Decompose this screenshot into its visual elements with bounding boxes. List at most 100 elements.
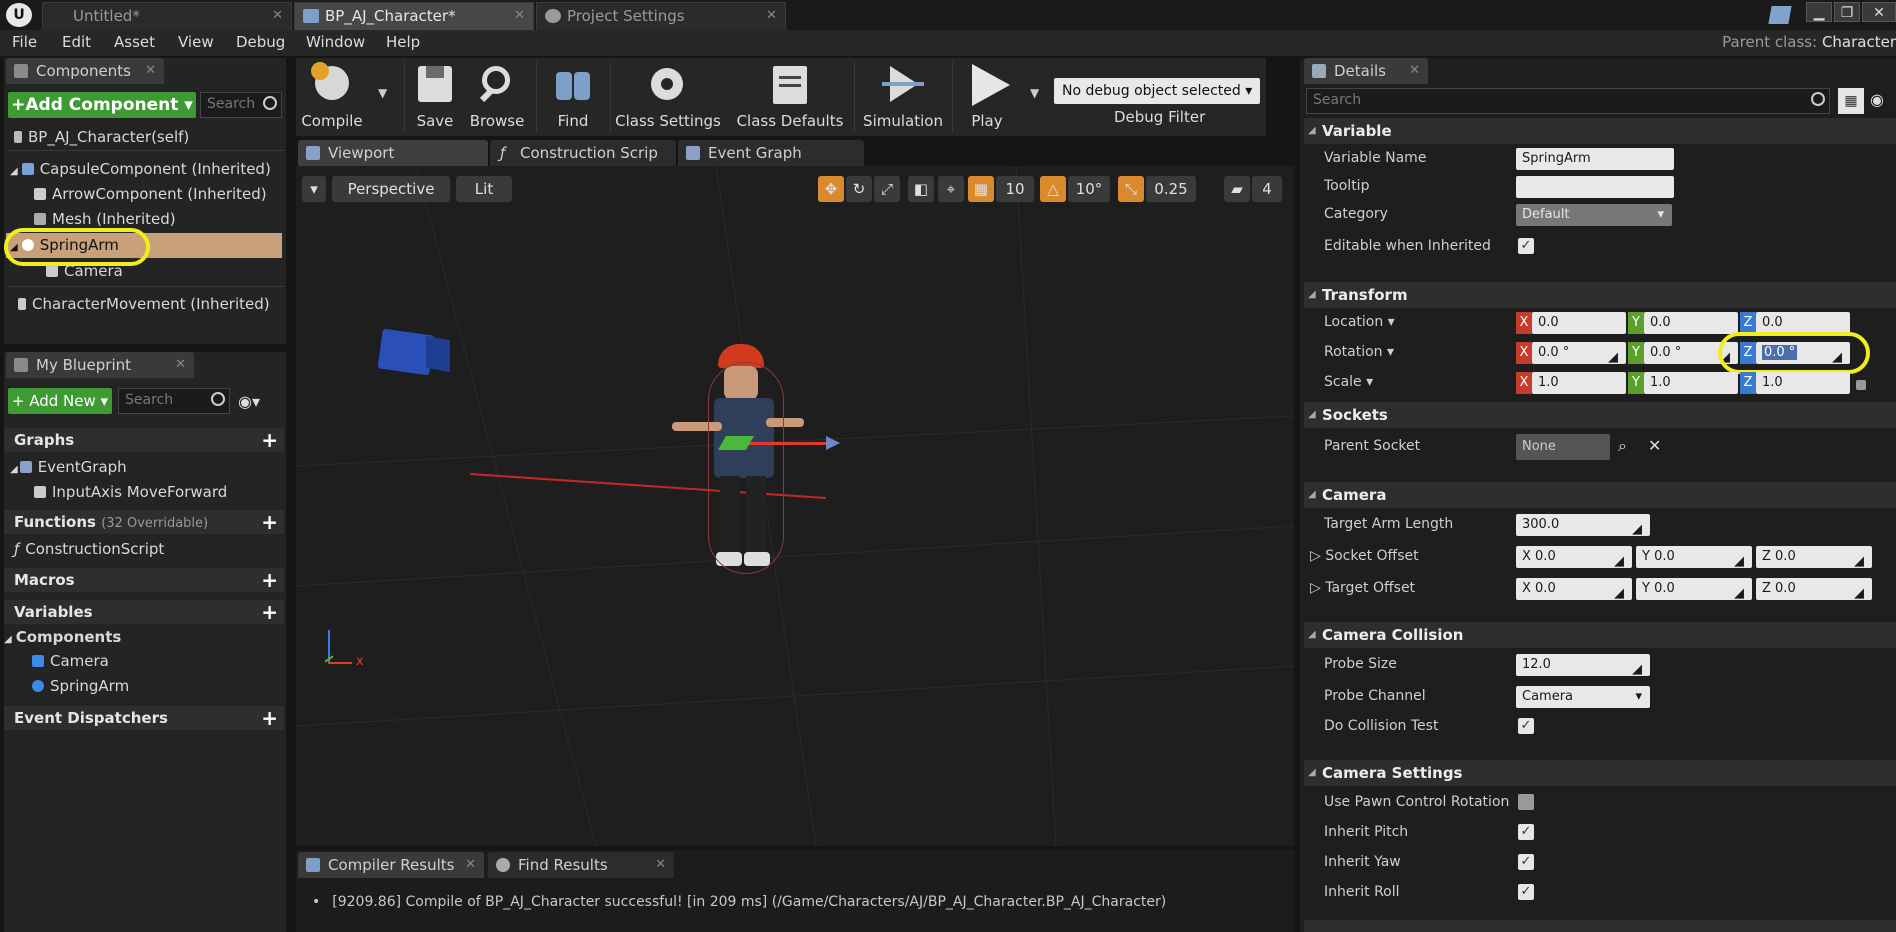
simulation-button[interactable]: Simulation xyxy=(862,60,944,134)
tab-untitled[interactable]: Untitled* ✕ xyxy=(42,2,292,30)
target-offset-y-input[interactable]: Y 0.0 ◢ xyxy=(1636,578,1752,601)
camera-speed-icon[interactable]: ▰ xyxy=(1224,176,1250,202)
rotation-snap-value[interactable]: 10° xyxy=(1068,176,1110,202)
close-icon[interactable]: ✕ xyxy=(655,852,666,878)
scale-label[interactable]: Scale ▾ xyxy=(1324,374,1373,390)
section-graphs[interactable]: Graphs + xyxy=(4,428,284,452)
browse-button[interactable]: Browse xyxy=(466,60,528,134)
section-functions[interactable]: Functions (32 Overridable) + xyxy=(4,510,284,534)
scale-snap-icon[interactable]: ⤡ xyxy=(1118,176,1144,202)
tab-event-graph[interactable]: Event Graph xyxy=(678,140,864,166)
lit-button[interactable]: Lit xyxy=(456,176,512,202)
component-item[interactable]: ◢ CapsuleComponent (Inherited) xyxy=(10,160,271,178)
parent-socket-input[interactable]: None xyxy=(1516,434,1610,460)
tab-viewport[interactable]: Viewport xyxy=(298,140,488,166)
tab-find-results[interactable]: Find Results ✕ xyxy=(488,852,674,878)
category-select[interactable]: Default ▾ xyxy=(1516,204,1672,226)
section-camera[interactable]: Camera xyxy=(1304,482,1896,508)
blueprint-search-input[interactable]: Search xyxy=(118,388,230,414)
graph-item[interactable]: ◢ EventGraph xyxy=(10,458,127,476)
eye-icon[interactable]: ◉ xyxy=(1870,90,1884,109)
location-z-input[interactable]: 0.0 xyxy=(1756,312,1850,334)
variables-components-category[interactable]: ◢ Components xyxy=(4,628,121,646)
surface-snap-icon[interactable]: ⌖ xyxy=(938,176,964,202)
add-icon[interactable]: + xyxy=(261,428,278,452)
editable-inherited-checkbox[interactable]: ✓ xyxy=(1518,238,1534,254)
grid-view-icon[interactable]: ▦ xyxy=(1838,88,1864,114)
use-pawn-control-rotation-checkbox[interactable] xyxy=(1518,794,1534,810)
probe-channel-select[interactable]: Camera ▾ xyxy=(1516,686,1650,708)
tab-construction-script[interactable]: ƒ Construction Scrip xyxy=(490,140,676,166)
components-search-input[interactable]: Search xyxy=(200,92,282,118)
inherit-yaw-checkbox[interactable]: ✓ xyxy=(1518,854,1534,870)
variable-item[interactable]: Camera xyxy=(32,652,109,670)
location-y-input[interactable]: 0.0 xyxy=(1644,312,1738,334)
section-macros[interactable]: Macros + xyxy=(4,568,284,592)
location-x-input[interactable]: 0.0 xyxy=(1532,312,1626,334)
add-icon[interactable]: + xyxy=(261,568,278,592)
rotate-mode-icon[interactable]: ↻ xyxy=(846,176,872,202)
scale-mode-icon[interactable]: ⤢ xyxy=(874,176,900,202)
components-tab[interactable]: Components ✕ xyxy=(6,58,164,84)
menu-debug[interactable]: Debug xyxy=(236,33,285,51)
component-self[interactable]: BP_AJ_Character(self) xyxy=(14,128,189,146)
target-arm-length-input[interactable]: 300.0 ◢ xyxy=(1516,514,1650,537)
menu-window[interactable]: Window xyxy=(306,33,365,51)
rotation-label[interactable]: Rotation ▾ xyxy=(1324,344,1394,360)
tab-bp-aj-character[interactable]: BP_AJ_Character* ✕ xyxy=(294,2,534,30)
rotation-x-input[interactable]: 0.0 ° ◢ xyxy=(1532,342,1626,365)
add-icon[interactable]: + xyxy=(261,706,278,730)
gizmo-x-arrow[interactable] xyxy=(748,442,832,445)
compile-button[interactable]: Compile xyxy=(300,60,364,134)
menu-asset[interactable]: Asset xyxy=(114,33,155,51)
add-component-button[interactable]: +Add Component ▾ xyxy=(8,92,196,118)
socket-offset-label[interactable]: ▷ Socket Offset xyxy=(1310,548,1419,564)
add-new-button[interactable]: + Add New ▾ xyxy=(8,388,112,414)
class-defaults-button[interactable]: Class Defaults xyxy=(734,60,846,134)
chevron-down-icon[interactable]: ▼ xyxy=(378,86,387,100)
socket-offset-x-input[interactable]: X 0.0 ◢ xyxy=(1516,546,1632,569)
close-icon[interactable]: ✕ xyxy=(465,852,476,878)
marketplace-icon[interactable] xyxy=(1768,6,1792,24)
browse-socket-icon[interactable]: ⌕ xyxy=(1618,436,1627,456)
inherit-roll-checkbox[interactable]: ✓ xyxy=(1518,884,1534,900)
do-collision-test-checkbox[interactable]: ✓ xyxy=(1518,718,1534,734)
maximize-button[interactable]: ❐ xyxy=(1834,2,1860,22)
scale-y-input[interactable]: 1.0 xyxy=(1644,372,1738,394)
close-icon[interactable]: ✕ xyxy=(766,3,777,29)
variable-name-input[interactable]: SpringArm xyxy=(1516,148,1674,170)
perspective-button[interactable]: Perspective xyxy=(332,176,450,202)
grid-snap-icon[interactable]: ▦ xyxy=(968,176,994,202)
variable-item[interactable]: SpringArm xyxy=(32,677,129,695)
component-item[interactable]: Camera xyxy=(46,262,123,280)
inherit-pitch-checkbox[interactable]: ✓ xyxy=(1518,824,1534,840)
close-icon[interactable]: ✕ xyxy=(272,3,283,29)
chevron-down-icon[interactable]: ▼ xyxy=(1030,86,1039,100)
world-local-icon[interactable]: ◧ xyxy=(908,176,934,202)
component-item[interactable]: CharacterMovement (Inherited) xyxy=(18,295,270,313)
rotation-snap-icon[interactable]: △ xyxy=(1040,176,1066,202)
grid-snap-value[interactable]: 10 xyxy=(996,176,1034,202)
find-button[interactable]: Find xyxy=(542,60,604,134)
section-variables[interactable]: Variables + xyxy=(4,600,284,624)
target-offset-x-input[interactable]: X 0.0 ◢ xyxy=(1516,578,1632,601)
class-settings-button[interactable]: Class Settings xyxy=(614,60,722,134)
eye-icon[interactable]: ◉▾ xyxy=(238,392,260,411)
camera-speed-value[interactable]: 4 xyxy=(1252,176,1282,202)
close-window-button[interactable]: ✕ xyxy=(1862,2,1896,22)
close-icon[interactable]: ✕ xyxy=(1409,58,1420,84)
tab-project-settings[interactable]: Project Settings ✕ xyxy=(536,2,786,30)
play-button[interactable]: Play xyxy=(958,60,1016,134)
section-sockets[interactable]: Sockets xyxy=(1304,402,1896,428)
debug-object-select[interactable]: No debug object selected ▾ xyxy=(1054,78,1260,104)
section-camera-collision[interactable]: Camera Collision xyxy=(1304,622,1896,648)
tooltip-input[interactable] xyxy=(1516,176,1674,198)
details-search-input[interactable]: Search xyxy=(1306,88,1830,114)
scale-z-input[interactable]: 1.0 xyxy=(1756,372,1850,394)
location-label[interactable]: Location ▾ xyxy=(1324,314,1395,330)
target-offset-z-input[interactable]: Z 0.0 ◢ xyxy=(1756,578,1872,601)
socket-offset-z-input[interactable]: Z 0.0 ◢ xyxy=(1756,546,1872,569)
section-variable[interactable]: Variable xyxy=(1304,118,1896,144)
target-offset-label[interactable]: ▷ Target Offset xyxy=(1310,580,1415,596)
function-item[interactable]: ƒ ConstructionScript xyxy=(14,540,164,558)
